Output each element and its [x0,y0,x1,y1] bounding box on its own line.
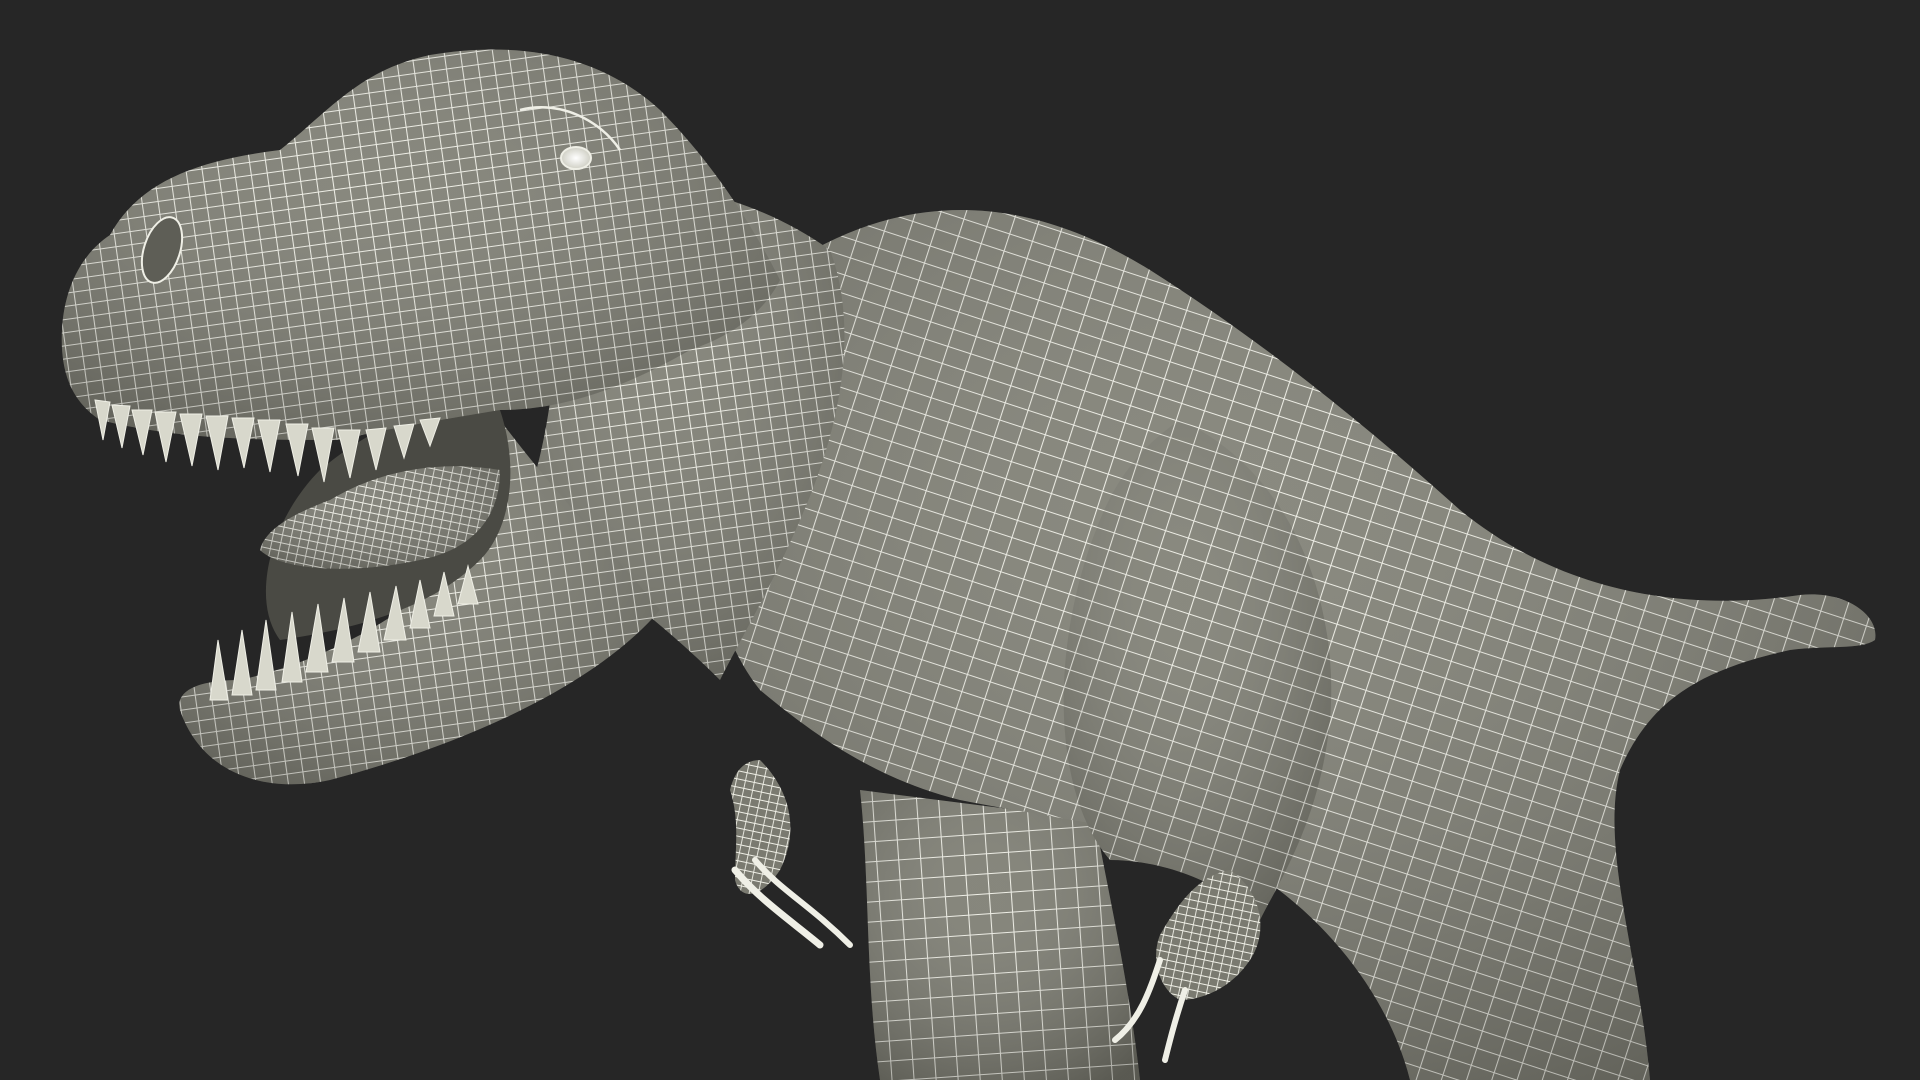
trex-render [61,49,1876,1080]
far-arm [1112,870,1261,1063]
near-arm [730,760,853,949]
eye [560,146,592,170]
viewport [0,0,1920,1080]
